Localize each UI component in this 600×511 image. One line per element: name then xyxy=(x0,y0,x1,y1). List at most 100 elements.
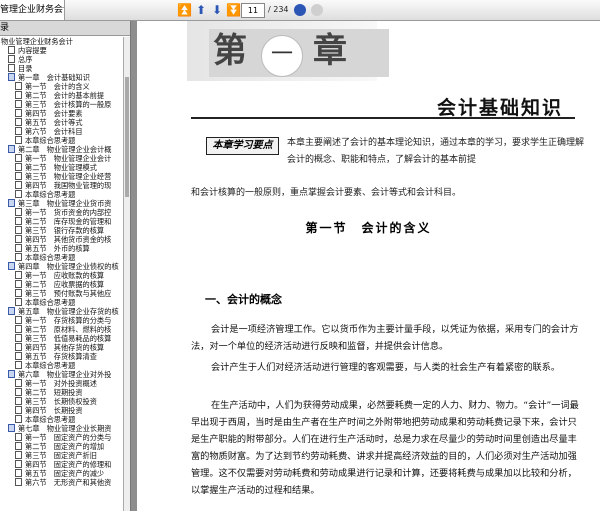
bookmark-item[interactable]: 第四节 固定资产的修理和 xyxy=(15,460,111,469)
bookmark-item[interactable]: 第一章 会计基础知识 xyxy=(8,73,90,82)
bookmark-item[interactable]: 第五节 存货核算清查 xyxy=(15,352,97,361)
intro-text-end: 和会计核算的一般原则，重点掌握会计要素、会计等式和会计科目。 xyxy=(191,188,462,198)
page-icon xyxy=(15,172,22,180)
bookmark-item[interactable]: 第七章 物业管理企业长期资 xyxy=(8,424,111,433)
bookmark-item[interactable]: 第三节 固定资产折旧 xyxy=(15,451,97,460)
bookmark-label: 物业管理企业财务会计 xyxy=(1,37,73,46)
bookmark-label: 第五节 固定资产的减少 xyxy=(25,469,105,478)
bookmark-label: 第三章 物业管理企业货币资 xyxy=(18,199,112,208)
bookmark-label: 第四节 其他存货的核算 xyxy=(25,343,105,352)
scroll-thumb[interactable] xyxy=(125,77,129,197)
paragraph-3: 在生产活动中，人们为获得劳动成果，必然要耗费一定的人力、财力、物力。“会计”一词… xyxy=(191,400,579,496)
page-icon xyxy=(15,334,22,342)
page-icon xyxy=(15,325,22,333)
bookmark-item[interactable]: 第二节 应收票据的核算 xyxy=(15,280,104,289)
paragraph-1: 会计是一项经济管理工作。它以货币作为主要计量手段，以凭证为依据，采用专门的会计方… xyxy=(191,324,579,352)
bookmark-item[interactable]: 第一节 对外投资概述 xyxy=(15,379,97,388)
bookmark-item[interactable]: 第三节 低值易耗品的核算 xyxy=(15,334,111,343)
bookmark-item[interactable]: 第二节 短期投资 xyxy=(15,388,83,397)
page-icon xyxy=(15,190,22,198)
bookmark-item[interactable]: 第二章 物业管理企业会计概 xyxy=(8,145,111,154)
bookmark-item[interactable]: 第三章 物业管理企业货币资 xyxy=(8,199,111,208)
bookmark-item[interactable]: 第六章 物业管理企业对外投 xyxy=(8,370,111,379)
bookmark-item[interactable]: 本章综合思考题 xyxy=(15,415,75,424)
bookmark-label: 第五节 外币的核算 xyxy=(25,244,90,253)
go-forward-icon[interactable] xyxy=(294,4,306,16)
bookmark-item[interactable]: 第二节 库存现金的管理和 xyxy=(15,217,111,226)
go-back-icon[interactable] xyxy=(311,4,323,16)
bookmark-label: 第二节 会计的基本前提 xyxy=(25,91,105,100)
chapter-icon xyxy=(8,307,15,315)
bookmark-item[interactable]: 第三节 长期债权投资 xyxy=(15,397,97,406)
bookmark-label: 第二章 物业管理企业会计概 xyxy=(18,145,112,154)
bookmark-item[interactable]: 第四节 我国物业管理的现 xyxy=(15,181,111,190)
page-icon xyxy=(8,64,15,72)
bookmark-label: 第六章 物业管理企业对外投 xyxy=(18,370,112,379)
page-icon xyxy=(15,181,22,189)
bookmark-item[interactable]: 第一节 会计的含义 xyxy=(15,82,90,91)
bookmark-item[interactable]: 第一节 存货核算的分类与 xyxy=(15,316,111,325)
bookmark-item[interactable]: 总序 xyxy=(8,55,32,64)
bookmark-item[interactable]: 第四章 物业管理企业债权的核 xyxy=(8,262,119,271)
bookmark-item[interactable]: 第六节 会计科目 xyxy=(15,127,83,136)
bookmark-item[interactable]: 物业管理企业财务会计 xyxy=(1,37,73,46)
bookmark-item[interactable]: 第二节 物业管理模式 xyxy=(15,163,97,172)
last-page-icon[interactable]: ⏬ xyxy=(226,3,241,17)
intro-text: 本章主要阐述了会计的基本理论知识，通过本章的学习，要求学生正确理解会计的概念、职… xyxy=(287,138,585,165)
bookmark-item[interactable]: 本章综合思考题 xyxy=(15,361,75,370)
bookmarks-scrollbar[interactable] xyxy=(123,37,130,511)
bookmark-item[interactable]: 第二节 原材料、燃料的核 xyxy=(15,325,111,334)
page-icon xyxy=(15,469,22,477)
bookmark-label: 目录 xyxy=(18,64,33,73)
bookmark-item[interactable]: 本章综合思考题 xyxy=(15,253,75,262)
bookmark-item[interactable]: 目录 xyxy=(8,64,32,73)
bookmark-item[interactable]: 第四节 会计要素 xyxy=(15,109,83,118)
bookmark-item[interactable]: 第四节 其他存货的核算 xyxy=(15,343,104,352)
bookmark-item[interactable]: 第二节 固定资产的增加 xyxy=(15,442,104,451)
page-icon xyxy=(15,352,22,360)
next-page-icon[interactable]: ⬇ xyxy=(210,3,224,17)
page-number-input[interactable]: 11 xyxy=(241,3,265,18)
bookmark-item[interactable]: 第四节 其他货币资金的核 xyxy=(15,235,111,244)
bookmark-item[interactable]: 第一节 应收账款的核算 xyxy=(15,271,104,280)
bookmark-item[interactable]: 第一节 货币资金的内部控 xyxy=(15,208,111,217)
bookmark-item[interactable]: 第二节 会计的基本前提 xyxy=(15,91,104,100)
chapter-icon xyxy=(8,73,15,81)
document-tab[interactable]: 管理企业财务会计)... xyxy=(0,0,65,20)
bookmark-item[interactable]: 第四节 长期投资 xyxy=(15,406,83,415)
page-icon xyxy=(15,82,22,90)
page-icon xyxy=(15,127,22,135)
bookmark-label: 本章综合思考题 xyxy=(25,136,76,145)
bookmark-item[interactable]: 第一节 固定资产的分类与 xyxy=(15,433,111,442)
bookmark-item[interactable]: 第五节 会计等式 xyxy=(15,118,83,127)
chapter-zhang: 章 xyxy=(313,31,347,71)
bookmark-label: 第一节 固定资产的分类与 xyxy=(25,433,112,442)
bookmark-item[interactable]: 本章综合思考题 xyxy=(15,298,75,307)
page-icon xyxy=(15,397,22,405)
bookmark-label: 第三节 预付账款与其他应 xyxy=(25,289,112,298)
bookmark-label: 第二节 短期投资 xyxy=(25,388,83,397)
bookmark-label: 第一节 存货核算的分类与 xyxy=(25,316,112,325)
page-icon xyxy=(15,298,22,306)
bookmark-item[interactable]: 第三节 会计核算的一般原 xyxy=(15,100,111,109)
bookmark-item[interactable]: 内容提要 xyxy=(8,46,47,55)
bookmark-item[interactable]: 第五章 物业管理企业存货的核 xyxy=(8,307,119,316)
first-page-icon[interactable]: ⏫ xyxy=(177,3,192,17)
page-icon xyxy=(15,316,22,324)
bookmark-item[interactable]: 第一节 物业管理企业会计 xyxy=(15,154,111,163)
page-icon xyxy=(15,271,22,279)
page-icon xyxy=(8,55,15,63)
page-icon xyxy=(15,415,22,423)
bookmark-item[interactable]: 第三节 预付账款与其他应 xyxy=(15,289,111,298)
bookmark-item[interactable]: 第六节 无形资产和其他资 xyxy=(15,478,111,487)
previous-page-icon[interactable]: ⬆ xyxy=(194,3,208,17)
bookmark-item[interactable]: 第三节 银行存款的核算 xyxy=(15,226,104,235)
subsection-title: 一、会计的概念 xyxy=(205,293,282,306)
bookmark-item[interactable]: 本章综合思考题 xyxy=(15,136,75,145)
bookmark-item[interactable]: 第三节 物业管理企业经营 xyxy=(15,172,111,181)
bookmark-label: 第四节 其他货币资金的核 xyxy=(25,235,112,244)
page-icon xyxy=(15,226,22,234)
bookmark-item[interactable]: 第五节 固定资产的减少 xyxy=(15,469,104,478)
bookmark-item[interactable]: 第五节 外币的核算 xyxy=(15,244,90,253)
bookmark-item[interactable]: 本章综合思考题 xyxy=(15,190,75,199)
